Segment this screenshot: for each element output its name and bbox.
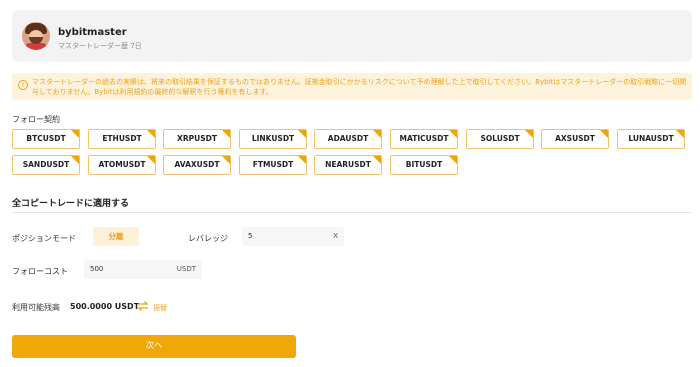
divider: [12, 212, 692, 213]
contract-pair-label: ETHUSDT: [102, 134, 142, 143]
transfer-link[interactable]: 振替: [153, 303, 167, 313]
trader-experience: マスタートレーダー歴 7日: [58, 42, 142, 50]
follow-cost-unit: USDT: [176, 265, 196, 273]
contract-pair-adausdt[interactable]: ADAUSDT: [314, 129, 382, 149]
avatar: [22, 22, 50, 50]
next-button[interactable]: 次へ: [12, 335, 296, 358]
contract-pair-btcusdt[interactable]: BTCUSDT: [12, 129, 80, 149]
contract-pair-label: XRPUSDT: [177, 134, 217, 143]
selected-corner-icon: [676, 130, 684, 138]
transfer-icon[interactable]: [137, 300, 149, 312]
contract-pair-atomusdt[interactable]: ATOMUSDT: [88, 155, 156, 175]
contract-pair-label: AXSUSDT: [555, 134, 595, 143]
follow-cost-value: 500: [90, 265, 104, 273]
contract-pair-label: AVAXUSDT: [174, 160, 220, 169]
selected-corner-icon: [449, 130, 457, 138]
selected-corner-icon: [373, 130, 381, 138]
contract-pair-label: ATOMUSDT: [98, 160, 146, 169]
risk-warning-text: マスタートレーダーの過去の実績は、将来の取引結果を保証するものではありません。証…: [32, 78, 687, 96]
selected-corner-icon: [222, 130, 230, 138]
trader-name: bybitmaster: [58, 27, 127, 38]
leverage-unit: X: [333, 232, 338, 240]
contract-pair-sandusdt[interactable]: SANDUSDT: [12, 155, 80, 175]
risk-warning: ! マスタートレーダーの過去の実績は、将来の取引結果を保証するものではありません…: [12, 73, 692, 100]
contract-pair-bitusdt[interactable]: BITUSDT: [390, 155, 458, 175]
selected-corner-icon: [525, 130, 533, 138]
available-balance-value: 500.0000 USDT: [70, 302, 140, 311]
contract-pair-lunausdt[interactable]: LUNAUSDT: [617, 129, 685, 149]
selected-corner-icon: [71, 130, 79, 138]
contract-pair-label: BITUSDT: [405, 160, 443, 169]
contract-pair-maticusdt[interactable]: MATICUSDT: [390, 129, 458, 149]
position-mode-isolated-button[interactable]: 分離: [93, 227, 139, 246]
selected-corner-icon: [298, 156, 306, 164]
selected-corner-icon: [373, 156, 381, 164]
leverage-label: レバレッジ: [188, 234, 228, 243]
trader-header: bybitmaster マスタートレーダー歴 7日: [12, 10, 692, 62]
leverage-value: 5: [248, 232, 253, 240]
selected-corner-icon: [298, 130, 306, 138]
contract-pair-label: LINKUSDT: [251, 134, 295, 143]
contract-pair-label: LUNAUSDT: [628, 134, 674, 143]
contract-pair-label: ADAUSDT: [327, 134, 369, 143]
contract-pair-label: BTCUSDT: [26, 134, 66, 143]
info-icon: !: [18, 80, 28, 90]
contract-pair-ftmusdt[interactable]: FTMUSDT: [239, 155, 307, 175]
contract-pair-label: SANDUSDT: [22, 160, 70, 169]
contract-pair-solusdt[interactable]: SOLUSDT: [466, 129, 534, 149]
contract-pair-xrpusdt[interactable]: XRPUSDT: [163, 129, 231, 149]
leverage-input[interactable]: 5 X: [242, 227, 344, 246]
contract-pair-ethusdt[interactable]: ETHUSDT: [88, 129, 156, 149]
available-balance-label: 利用可能残高: [12, 303, 60, 312]
apply-all-title: 全コピートレードに適用する: [12, 199, 130, 209]
follow-cost-input[interactable]: 500 USDT: [84, 260, 202, 279]
selected-corner-icon: [222, 156, 230, 164]
follow-contracts-label: フォロー契約: [12, 115, 60, 124]
contract-pair-label: NEARUSDT: [325, 160, 371, 169]
selected-corner-icon: [147, 130, 155, 138]
contract-pair-axsusdt[interactable]: AXSUSDT: [541, 129, 609, 149]
contract-pair-linkusdt[interactable]: LINKUSDT: [239, 129, 307, 149]
selected-corner-icon: [147, 156, 155, 164]
contract-pair-label: SOLUSDT: [480, 134, 520, 143]
selected-corner-icon: [600, 130, 608, 138]
selected-corner-icon: [71, 156, 79, 164]
follow-cost-label: フォローコスト: [12, 267, 68, 276]
selected-corner-icon: [449, 156, 457, 164]
contract-pair-label: MATICUSDT: [399, 134, 449, 143]
contract-pair-nearusdt[interactable]: NEARUSDT: [314, 155, 382, 175]
position-mode-label: ポジションモード: [12, 234, 76, 243]
contract-pair-label: FTMUSDT: [252, 160, 294, 169]
contract-pair-avaxusdt[interactable]: AVAXUSDT: [163, 155, 231, 175]
